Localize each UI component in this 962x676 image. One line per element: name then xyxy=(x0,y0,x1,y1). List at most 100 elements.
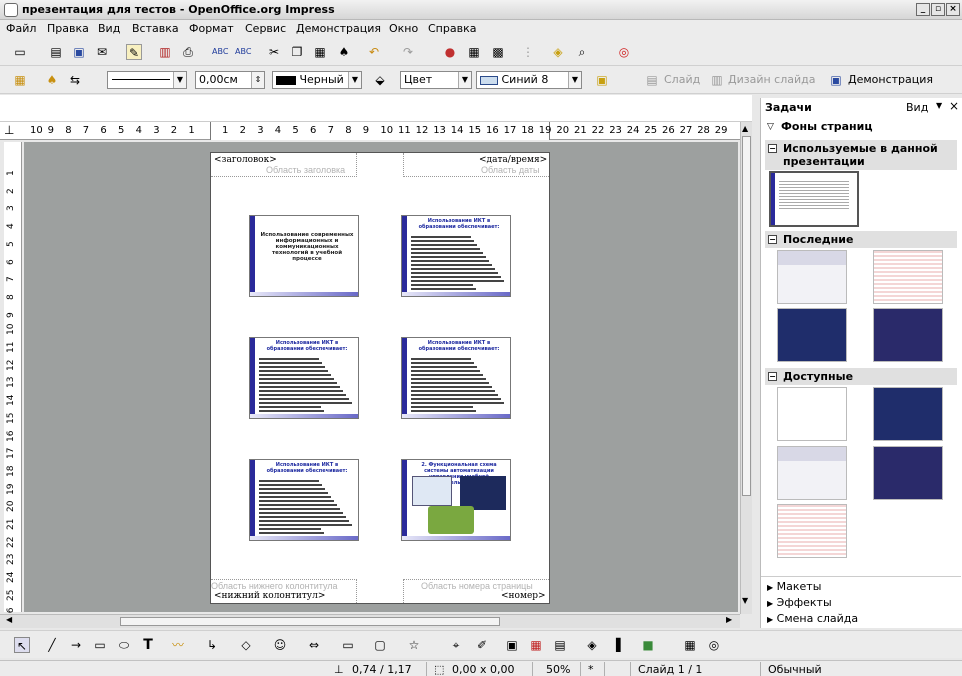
master-thumb-recent-4[interactable] xyxy=(873,308,943,362)
handout-slide-5[interactable]: Использование ИКТ в образовании обеспечи… xyxy=(249,459,359,541)
task-pane-view-menu[interactable]: Вид xyxy=(906,101,928,114)
handout-slide-4[interactable]: Использование ИКТ в образовании обеспечи… xyxy=(401,337,511,419)
menu-file[interactable]: Файл xyxy=(6,22,36,35)
zoom-level[interactable]: 50% xyxy=(546,663,570,676)
shadow-icon[interactable]: ▣ xyxy=(594,72,610,88)
chart-icon[interactable]: ● xyxy=(442,44,458,60)
menu-view[interactable]: Вид xyxy=(98,22,120,35)
extrusion-icon[interactable]: ▤ xyxy=(552,637,568,653)
menu-window[interactable]: Окно xyxy=(389,22,418,35)
stars-icon[interactable]: ☆ xyxy=(406,637,422,653)
menu-edit[interactable]: Правка xyxy=(47,22,89,35)
slide-icon[interactable]: ▤ xyxy=(644,72,660,88)
handout-slide-1[interactable]: Использование современных информационных… xyxy=(249,215,359,297)
print-icon[interactable]: ⎙ xyxy=(180,44,196,60)
master-thumb-recent-2[interactable] xyxy=(873,250,943,304)
handout-slide-2[interactable]: Использование ИКТ в образовании обеспечи… xyxy=(401,215,511,297)
collapse-icon[interactable]: − xyxy=(768,372,777,381)
close-button[interactable]: × xyxy=(946,3,960,16)
autospell-icon[interactable]: ABC xyxy=(235,44,251,60)
arrange-icon[interactable]: ■ xyxy=(640,637,656,653)
line-icon[interactable]: ♠ xyxy=(44,72,60,88)
arrow-line-icon[interactable]: → xyxy=(68,637,84,653)
arrow-style-icon[interactable]: ⇆ xyxy=(67,72,83,88)
menu-insert[interactable]: Вставка xyxy=(132,22,179,35)
slide-design-icon[interactable]: ▥ xyxy=(709,72,725,88)
master-thumb-available-5[interactable] xyxy=(777,504,847,558)
section-used[interactable]: − Используемые в данной презентации xyxy=(765,140,957,170)
display-grid-icon[interactable]: ▩ xyxy=(490,44,506,60)
master-thumb-available-4[interactable] xyxy=(873,446,943,500)
undo-icon[interactable]: ↶ xyxy=(366,44,382,60)
handout-slide-3[interactable]: Использование ИКТ в образовании обеспечи… xyxy=(249,337,359,419)
scroll-left-icon[interactable]: ◀ xyxy=(6,615,12,624)
vertical-scroll-thumb[interactable] xyxy=(742,136,751,496)
minimize-button[interactable]: _ xyxy=(916,3,930,16)
section-recent[interactable]: − Последние xyxy=(765,231,957,248)
select-icon[interactable]: ↖ xyxy=(14,637,30,653)
guides-icon[interactable]: ⋮ xyxy=(520,44,536,60)
scroll-down-icon[interactable]: ▼ xyxy=(742,596,748,605)
section-available[interactable]: − Доступные xyxy=(765,368,957,385)
email-icon[interactable]: ✉ xyxy=(94,44,110,60)
area-icon[interactable]: ⬙ xyxy=(372,72,388,88)
handout-slide-6[interactable]: 2. Функциональная схема системы автомати… xyxy=(401,459,511,541)
paste-icon[interactable]: ▦ xyxy=(312,44,328,60)
scroll-up-icon[interactable]: ▲ xyxy=(742,124,748,133)
new-icon[interactable]: ▭ xyxy=(12,44,28,60)
view-dropdown-icon[interactable]: ▼ xyxy=(936,101,942,110)
shadow-toggle-icon[interactable]: ▦ xyxy=(682,637,698,653)
transition-panel-header[interactable]: ▶ Смена слайда xyxy=(767,612,858,625)
close-pane-icon[interactable]: × xyxy=(949,99,959,113)
basic-shapes-icon[interactable]: ◇ xyxy=(238,637,254,653)
format-paintbrush-icon[interactable]: ♠ xyxy=(336,44,352,60)
points-icon[interactable]: ⌖ xyxy=(448,637,464,653)
symbol-shapes-icon[interactable]: ☺ xyxy=(272,637,288,653)
edit-file-icon[interactable]: ✎ xyxy=(126,44,142,60)
line-tool-icon[interactable]: ╱ xyxy=(44,637,60,653)
styles-icon[interactable]: ▦ xyxy=(12,72,28,88)
copy-icon[interactable]: ❐ xyxy=(289,44,305,60)
scroll-right-icon[interactable]: ▶ xyxy=(726,615,732,624)
ellipse-icon[interactable]: ⬭ xyxy=(116,637,132,653)
slide-design-button[interactable]: Дизайн слайда xyxy=(728,73,815,86)
vertical-scrollbar[interactable]: ▲ ▼ xyxy=(740,122,752,614)
master-pages-heading[interactable]: Фоны страниц xyxy=(781,120,873,133)
block-arrows-icon[interactable]: ⇔ xyxy=(306,637,322,653)
slideshow-button[interactable]: Демонстрация xyxy=(848,73,933,86)
table-icon[interactable]: ▦ xyxy=(466,44,482,60)
pdf-icon[interactable]: ▥ xyxy=(157,44,173,60)
menu-format[interactable]: Формат xyxy=(189,22,234,35)
flowchart-icon[interactable]: ▭ xyxy=(340,637,356,653)
rectangle-icon[interactable]: ▭ xyxy=(92,637,108,653)
menu-help[interactable]: Справка xyxy=(428,22,476,35)
layouts-panel-header[interactable]: ▶ Макеты xyxy=(767,580,821,593)
navigator-icon[interactable]: ◈ xyxy=(550,44,566,60)
master-thumb-available-2[interactable] xyxy=(873,387,943,441)
callouts-icon[interactable]: ▢ xyxy=(372,637,388,653)
handout-page[interactable]: <заголовок> Область заголовка <дата/врем… xyxy=(210,152,550,604)
master-thumb-recent-3[interactable] xyxy=(777,308,847,362)
spellcheck-icon[interactable]: ABC xyxy=(212,44,228,60)
cut-icon[interactable]: ✂ xyxy=(266,44,282,60)
menu-slideshow[interactable]: Демонстрация xyxy=(296,22,381,35)
master-thumb-available-1[interactable] xyxy=(777,387,847,441)
maximize-button[interactable]: ▫ xyxy=(931,3,945,16)
save-icon[interactable]: ▣ xyxy=(71,44,87,60)
slide-button[interactable]: Слайд xyxy=(664,73,700,86)
fill-mode-select[interactable]: Цвет ▼ xyxy=(400,71,472,89)
line-color-select[interactable]: Черный ▼ xyxy=(272,71,362,89)
master-thumb-used[interactable] xyxy=(769,171,859,227)
from-file-icon[interactable]: ▣ xyxy=(504,637,520,653)
horizontal-scroll-thumb[interactable] xyxy=(120,617,500,626)
connector-icon[interactable]: ↳ xyxy=(204,637,220,653)
master-thumb-available-3[interactable] xyxy=(777,446,847,500)
toggle-extrusion-icon[interactable]: ◎ xyxy=(706,637,722,653)
help-icon[interactable]: ◎ xyxy=(616,44,632,60)
collapse-icon[interactable]: − xyxy=(768,235,777,244)
line-style-select[interactable]: ▼ xyxy=(107,71,187,89)
gallery-icon[interactable]: ▦ xyxy=(528,637,544,653)
open-icon[interactable]: ▤ xyxy=(48,44,64,60)
zoom-icon[interactable]: ⌕ xyxy=(574,44,590,60)
fill-color-select[interactable]: Синий 8 ▼ xyxy=(476,71,582,89)
